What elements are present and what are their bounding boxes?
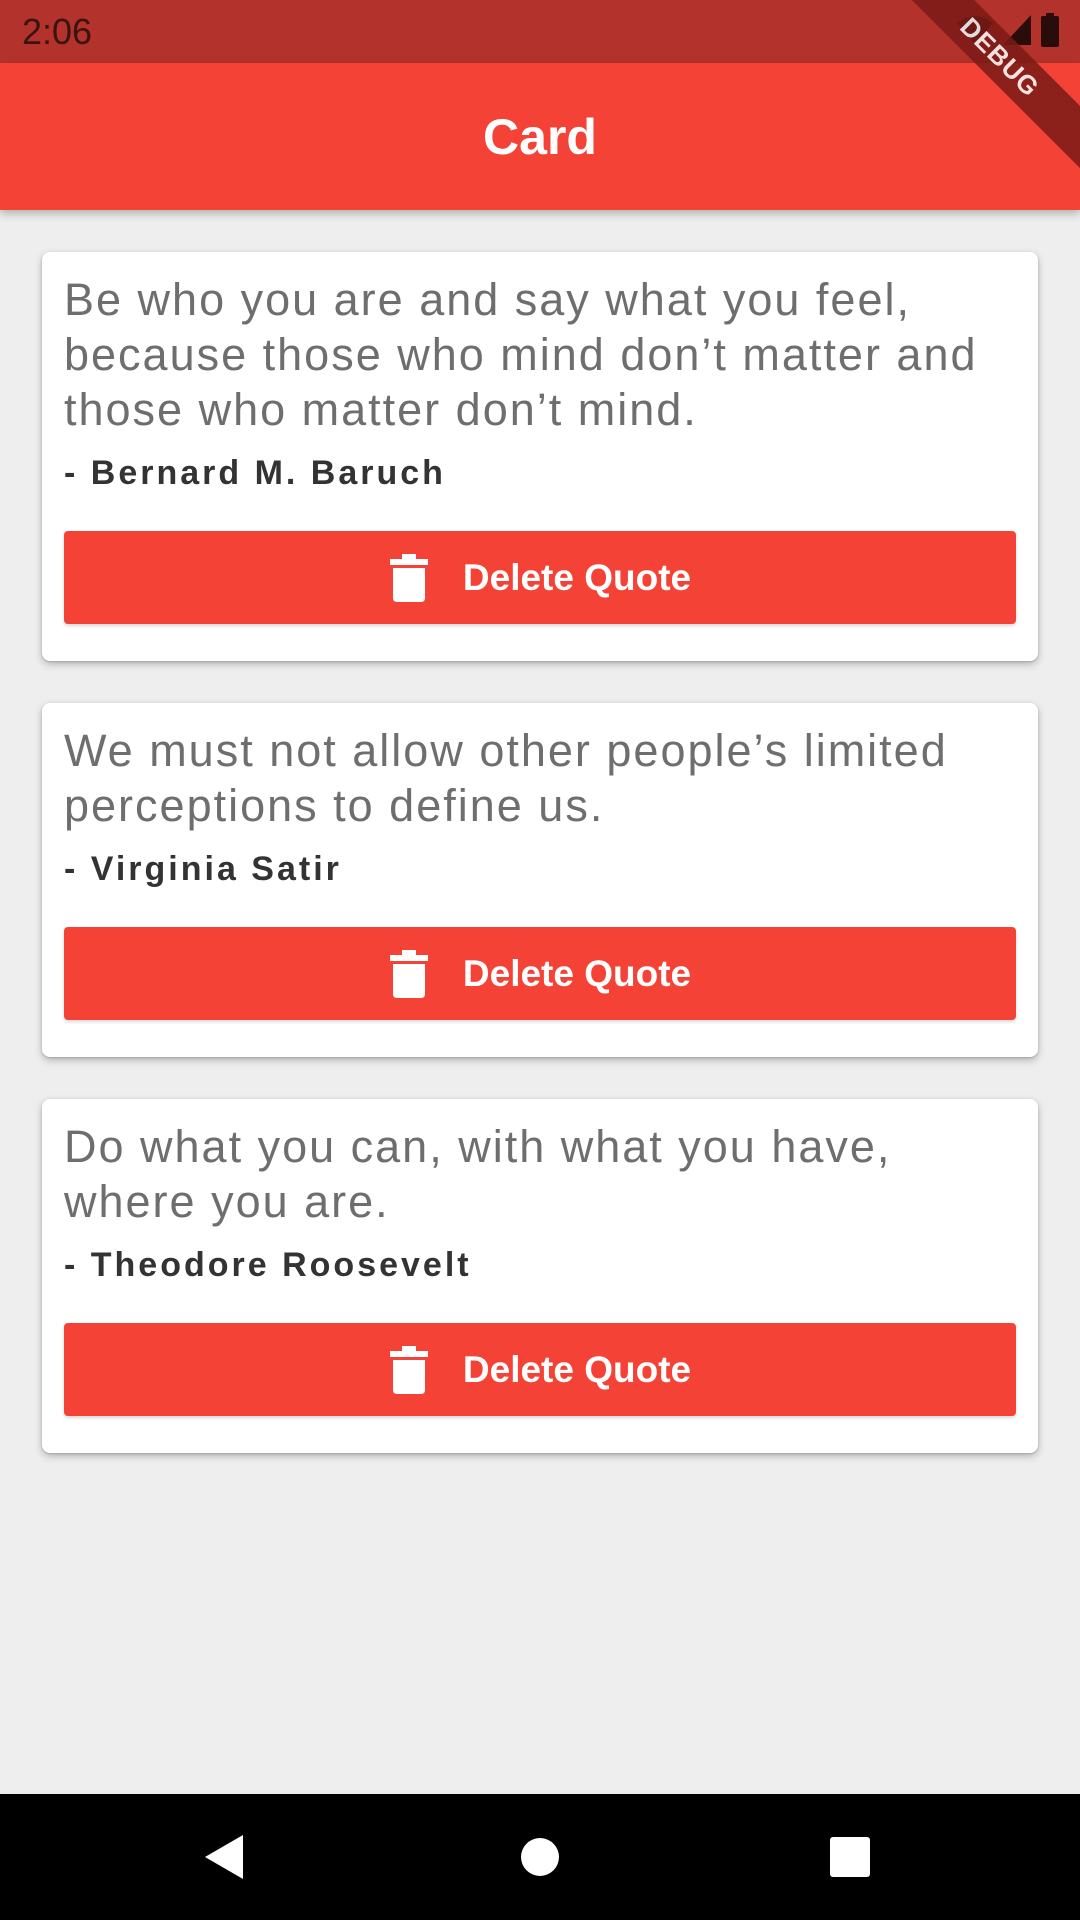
quote-author: - Bernard M. Baruch [64,454,446,492]
quote-text: We must not allow other people’s limited… [64,725,948,831]
page-title: Card [483,109,597,165]
app-bar: Card [0,63,1080,210]
battery-icon [1040,12,1060,52]
quote-list: Be who you are and say what you feel, be… [42,252,1038,1495]
delete-quote-label: Delete Quote [462,952,692,994]
trash-icon [389,1345,429,1394]
delete-quote-label: Delete Quote [462,1348,692,1390]
back-icon[interactable] [195,1827,255,1887]
status-time: 2:06 [22,11,93,52]
trash-icon [389,553,429,602]
delete-quote-button[interactable]: Delete Quote [64,927,1016,1020]
delete-quote-button[interactable]: Delete Quote [64,1323,1016,1416]
quote-author: - Theodore Roosevelt [64,1246,472,1284]
trash-icon [389,949,429,998]
quote-text: Do what you can, with what you have, whe… [64,1121,892,1227]
status-bar: 2:06 [0,0,1080,63]
quote-card: Be who you are and say what you feel, be… [42,252,1038,661]
quote-text: Be who you are and say what you feel, be… [64,274,978,435]
quote-card: We must not allow other people’s limited… [42,703,1038,1057]
recents-icon[interactable] [820,1827,880,1887]
delete-quote-button[interactable]: Delete Quote [64,531,1016,624]
quote-card: Do what you can, with what you have, whe… [42,1099,1038,1453]
delete-quote-label: Delete Quote [462,556,692,598]
navigation-bar [0,1794,1080,1920]
quote-author: - Virginia Satir [64,850,342,888]
home-icon[interactable] [510,1827,570,1887]
